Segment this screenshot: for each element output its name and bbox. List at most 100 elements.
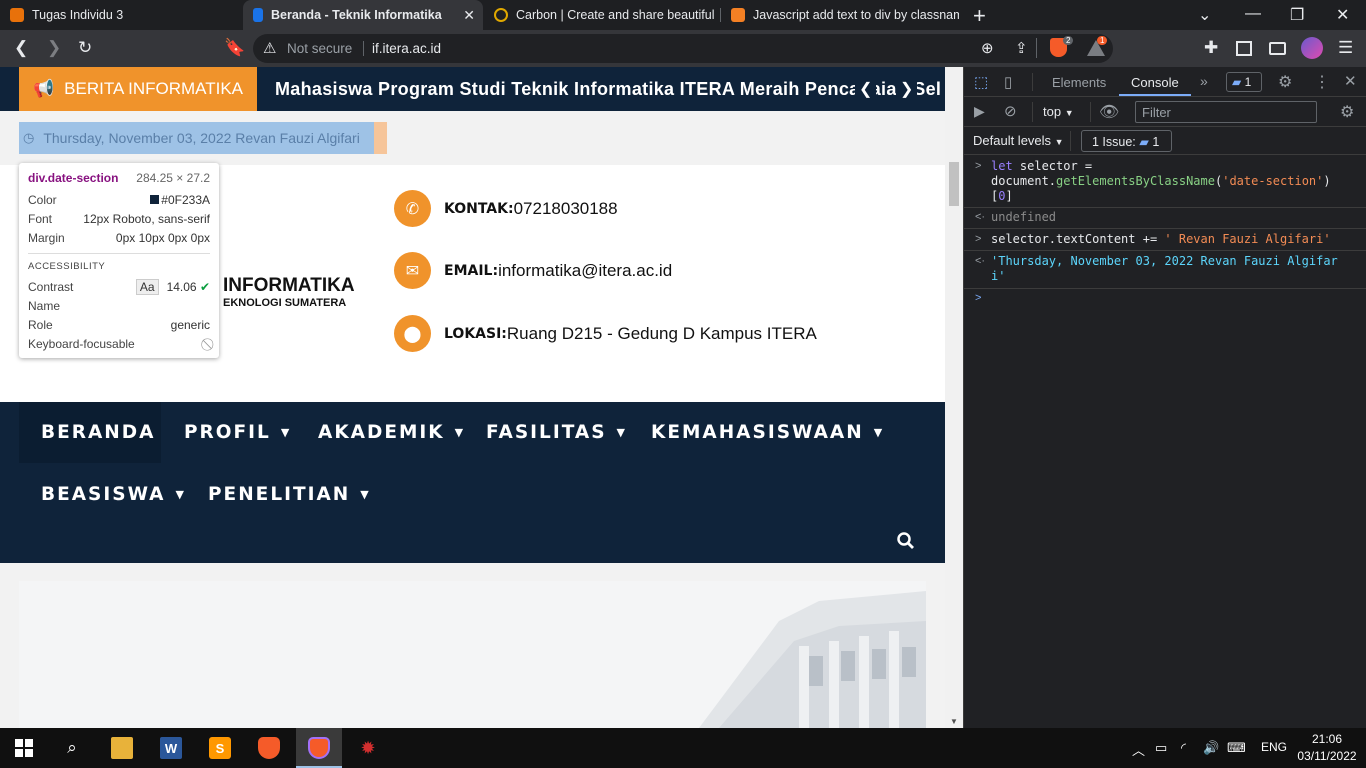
logo-subtitle[interactable]: EKNOLOGI SUMATERA xyxy=(223,297,346,309)
word-icon[interactable]: W xyxy=(160,737,182,759)
volume-icon[interactable]: 🔊 xyxy=(1203,740,1219,756)
keyboard-icon[interactable]: ⌨ xyxy=(1227,740,1246,756)
divider xyxy=(1032,73,1033,91)
scroll-down-icon[interactable]: ▼ xyxy=(950,717,958,726)
tab-elements[interactable]: Elements xyxy=(1052,75,1106,90)
close-devtools-icon[interactable]: ✕ xyxy=(1344,72,1357,90)
divider xyxy=(1090,102,1091,122)
search-icon[interactable] xyxy=(897,532,915,555)
tooltip-name-row: Name xyxy=(28,299,210,313)
bookmark-icon[interactable]: 🔖 xyxy=(224,38,245,58)
back-icon[interactable]: ❮ xyxy=(14,38,28,58)
url-text[interactable]: if.itera.ac.id xyxy=(372,41,441,56)
eye-icon[interactable]: 👁 xyxy=(1099,102,1119,122)
app-red-icon[interactable]: ✹ xyxy=(357,737,379,759)
nav-kemahasiswaan[interactable]: KEMAHASISWAAN ▼ xyxy=(651,422,882,443)
windows-taskbar: ⌕ W S ✹ ︿ ▭ ◜ 🔊 ⌨ ENG 21:06 03/11/2022 xyxy=(0,728,1366,768)
share-icon[interactable]: ⇪ xyxy=(1015,39,1028,57)
contact-location: ⬤ LOKASI: Ruang D215 - Gedung D Kampus I… xyxy=(394,315,817,352)
zoom-icon[interactable]: ⊕ xyxy=(981,39,994,57)
tooltip-section-heading: ACCESSIBILITY xyxy=(28,261,106,272)
close-tab-icon[interactable]: ✕ xyxy=(463,7,475,24)
tooltip-font-row: Font 12px Roboto, sans-serif xyxy=(28,212,210,226)
chevron-down-icon: ▼ xyxy=(175,488,184,501)
console-prompt-input[interactable] xyxy=(991,290,1361,308)
sublime-text-icon[interactable]: S xyxy=(209,737,231,759)
contact-label: EMAIL: xyxy=(444,262,499,279)
search-icon[interactable]: ⌕ xyxy=(61,737,83,759)
brave-icon[interactable] xyxy=(258,737,280,759)
new-tab-button[interactable]: + xyxy=(973,3,986,29)
settings-gear-icon[interactable]: ⚙ xyxy=(1278,72,1292,92)
filter-input[interactable]: Filter xyxy=(1135,101,1317,123)
reload-icon[interactable]: ↻ xyxy=(78,38,92,58)
tab-tugas-individu[interactable]: Tugas Individu 3 xyxy=(0,0,242,30)
tab-carbon[interactable]: Carbon | Create and share beautiful im xyxy=(484,0,718,30)
tab-beranda[interactable]: Beranda - Teknik Informatika ✕ xyxy=(243,0,483,30)
levels-dropdown[interactable]: Default levels ▼ xyxy=(973,133,1064,148)
ticker-headline[interactable]: Mahasiswa Program Studi Teknik Informati… xyxy=(275,79,941,100)
forward-icon[interactable]: ❯ xyxy=(47,38,61,58)
wallet-icon[interactable] xyxy=(1269,42,1286,55)
date-section: ◷ Thursday, November 03, 2022 Revan Fauz… xyxy=(19,122,374,154)
nav-label: BEASISWA xyxy=(41,484,166,505)
logo-title[interactable]: INFORMATIKA xyxy=(223,275,355,297)
tab-console[interactable]: Console xyxy=(1131,75,1179,90)
sidebar-icon[interactable] xyxy=(1236,41,1252,56)
tab-search-chevron-icon[interactable]: ⌄ xyxy=(1198,5,1211,25)
device-toolbar-icon[interactable]: ▯ xyxy=(1004,73,1012,91)
brave-profile-icon[interactable] xyxy=(308,737,330,759)
nav-akademik[interactable]: AKADEMIK ▼ xyxy=(318,422,463,443)
console-settings-icon[interactable]: ⚙ xyxy=(1340,102,1354,122)
messages-badge[interactable]: ▰ 1 xyxy=(1226,72,1262,92)
warning-icon[interactable]: ⚠ xyxy=(263,39,276,57)
restore-icon[interactable]: ❐ xyxy=(1290,5,1304,25)
profile-avatar[interactable] xyxy=(1301,37,1323,59)
scrollbar-thumb[interactable] xyxy=(949,162,959,206)
page-scrollbar[interactable]: ▼ xyxy=(945,67,963,728)
nav-penelitian[interactable]: PENELITIAN ▼ xyxy=(208,484,369,505)
close-window-icon[interactable]: ✕ xyxy=(1336,5,1349,25)
address-bar[interactable]: ⚠ Not secure if.itera.ac.id ⊕ ⇪ 2 1 xyxy=(253,34,1113,63)
context-selector[interactable]: top ▼ xyxy=(1043,104,1074,119)
wifi-icon[interactable]: ◜ xyxy=(1181,740,1186,756)
clock[interactable]: 21:06 03/11/2022 xyxy=(1297,732,1357,763)
more-tabs-icon[interactable]: » xyxy=(1200,73,1208,89)
language-indicator[interactable]: ENG xyxy=(1261,740,1287,754)
console-input-2[interactable]: selector.textContent += ' Revan Fauzi Al… xyxy=(991,232,1331,247)
minimize-icon[interactable]: — xyxy=(1245,5,1261,23)
battery-icon[interactable]: ▭ xyxy=(1155,740,1167,756)
issues-button[interactable]: 1 Issue: ▰ 1 xyxy=(1081,130,1172,152)
extensions-icon[interactable]: ✚ xyxy=(1204,38,1218,58)
menu-icon[interactable]: ☰ xyxy=(1338,38,1353,58)
sidebar-toggle-icon[interactable]: ▶ xyxy=(974,103,985,120)
web-page: 📢 BERITA INFORMATIKA Mahasiswa Program S… xyxy=(0,67,963,728)
inspect-element-icon[interactable]: ⬚ xyxy=(974,73,988,91)
tray-overflow-icon[interactable]: ︿ xyxy=(1132,740,1145,759)
nav-beasiswa[interactable]: BEASISWA ▼ xyxy=(41,484,184,505)
security-label[interactable]: Not secure xyxy=(287,41,352,56)
tooltip-value: #0F233A xyxy=(161,193,210,207)
contact-value: Ruang D215 - Gedung D Kampus ITERA xyxy=(506,323,817,343)
nav-beranda[interactable]: BERANDA xyxy=(41,422,155,443)
tooltip-key: Role xyxy=(28,318,53,332)
console-input-1[interactable]: let selector = document.getElementsByCla… xyxy=(991,159,1331,204)
nav-profil[interactable]: PROFIL ▼ xyxy=(184,422,289,443)
console-toolbar: ▶ ⊘ top ▼ 👁 Filter ⚙ xyxy=(964,97,1366,127)
windows-start-icon[interactable] xyxy=(13,737,35,759)
ticker-next-icon[interactable]: ❯ xyxy=(896,79,918,99)
clock-icon: ◷ xyxy=(23,130,35,145)
input-chevron-icon: > xyxy=(975,160,982,172)
tab-javascript-add-text[interactable]: Javascript add text to div by classname xyxy=(721,0,959,30)
envelope-icon: ✉ xyxy=(394,252,431,289)
browser-toolbar: ❮ ❯ ↻ 🔖 ⚠ Not secure if.itera.ac.id ⊕ ⇪ … xyxy=(0,30,1366,67)
console-divider xyxy=(964,288,1366,289)
prompt-chevron-icon: > xyxy=(975,292,982,304)
kebab-menu-icon[interactable]: ⋮ xyxy=(1314,72,1330,92)
contrast-sample: Aa xyxy=(135,279,159,295)
nav-fasilitas[interactable]: FASILITAS ▼ xyxy=(486,422,625,443)
contact-value: 07218030188 xyxy=(513,198,618,218)
clear-console-icon[interactable]: ⊘ xyxy=(1004,102,1017,120)
file-explorer-icon[interactable] xyxy=(111,737,133,759)
ticker-prev-icon[interactable]: ❮ xyxy=(855,79,877,99)
